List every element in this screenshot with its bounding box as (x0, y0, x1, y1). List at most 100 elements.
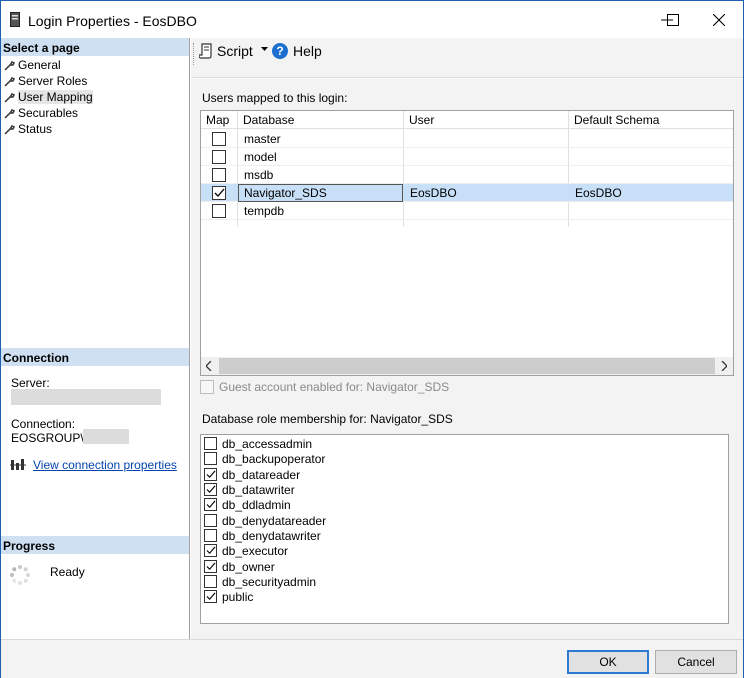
wrench-icon (4, 60, 15, 71)
role-checkbox[interactable] (204, 437, 217, 450)
close-button[interactable] (695, 1, 743, 39)
connection-value: EOSGROUP\ (11, 431, 84, 445)
user-mapping-page: Users mapped to this login: Map Database… (191, 79, 743, 639)
page-item-label: Status (18, 122, 53, 136)
table-row[interactable]: msdb (201, 166, 733, 184)
wrench-icon (4, 108, 15, 119)
cancel-button[interactable]: Cancel (655, 650, 737, 674)
list-item[interactable]: db_datawriter (204, 482, 295, 497)
help-label: Help (293, 43, 322, 59)
scrollbar-thumb[interactable] (219, 358, 715, 374)
list-item[interactable]: db_accessadmin (204, 436, 312, 451)
select-page-header: Select a page (1, 38, 189, 56)
list-item[interactable]: db_denydatawriter (204, 528, 321, 543)
role-checkbox[interactable] (204, 483, 217, 496)
role-checkbox[interactable] (204, 452, 217, 465)
role-checkbox[interactable] (204, 560, 217, 573)
table-row[interactable]: master (201, 130, 733, 148)
wrench-icon (4, 124, 15, 135)
role-name: db_owner (222, 559, 275, 574)
user-mapping-grid[interactable]: Map Database User Default Schema master … (200, 110, 734, 376)
role-name: public (222, 589, 254, 604)
script-button[interactable]: Script (199, 40, 253, 62)
user-cell[interactable]: EosDBO (410, 186, 457, 200)
checkmark-icon (206, 546, 216, 555)
login-properties-window: Login Properties - EosDBO Select a page … (0, 0, 744, 678)
dialog-footer: OK Cancel (1, 639, 743, 678)
view-connection-properties-link[interactable]: View connection properties (33, 458, 177, 472)
page-item-server-roles[interactable]: Server Roles (4, 73, 87, 89)
checkmark-icon (206, 470, 216, 479)
window-title: Login Properties - EosDBO (28, 13, 197, 29)
list-item[interactable]: db_ddladmin (204, 497, 291, 512)
role-name: db_securityadmin (222, 574, 317, 589)
horizontal-scrollbar[interactable] (201, 357, 733, 375)
checkmark-icon (206, 592, 216, 601)
script-label: Script (217, 43, 253, 59)
column-header-map[interactable]: Map (201, 111, 237, 129)
role-membership-list[interactable]: db_accessadmin db_backupoperator db_data… (200, 434, 729, 624)
list-item[interactable]: db_backupoperator (204, 451, 325, 466)
toolbar: Script ? Help (191, 38, 743, 78)
map-checkbox[interactable] (212, 186, 226, 200)
help-button[interactable]: ? Help (272, 40, 322, 62)
map-checkbox[interactable] (212, 132, 226, 146)
database-cell: model (244, 150, 277, 164)
page-item-securables[interactable]: Securables (4, 105, 78, 121)
users-mapped-label: Users mapped to this login: (202, 91, 348, 105)
maximize-button[interactable] (649, 1, 699, 39)
left-pane: Select a page General Server Roles User … (1, 38, 190, 639)
map-checkbox[interactable] (212, 168, 226, 182)
list-item[interactable]: db_owner (204, 559, 275, 574)
connection-label: Connection: (11, 417, 76, 431)
list-item[interactable]: db_executor (204, 543, 288, 558)
map-checkbox[interactable] (212, 150, 226, 164)
schema-cell[interactable]: EosDBO (575, 186, 622, 200)
connection-header: Connection (1, 348, 189, 366)
toolbar-grip (193, 43, 195, 65)
progress-status: Ready (50, 565, 85, 579)
role-name: db_datareader (222, 467, 301, 482)
table-row-selected[interactable]: Navigator_SDS EosDBO EosDBO (201, 184, 733, 202)
role-membership-label: Database role membership for: Navigator_… (202, 412, 453, 426)
list-item[interactable]: db_datareader (204, 467, 300, 482)
role-checkbox[interactable] (204, 544, 217, 557)
role-name: db_denydatareader (222, 513, 327, 528)
table-row[interactable]: model (201, 148, 733, 166)
table-row[interactable]: tempdb (201, 202, 733, 220)
connection-properties-icon (10, 459, 26, 470)
column-header-default-schema[interactable]: Default Schema (569, 111, 733, 129)
maximize-icon (667, 14, 679, 26)
chevron-down-icon[interactable] (261, 47, 268, 51)
role-name: db_ddladmin (222, 497, 291, 512)
column-header-database[interactable]: Database (238, 111, 403, 129)
scroll-left-icon[interactable] (206, 361, 212, 371)
role-name: db_executor (222, 543, 289, 558)
role-checkbox[interactable] (204, 498, 217, 511)
list-item[interactable]: public (204, 589, 253, 604)
role-checkbox[interactable] (204, 514, 217, 527)
role-checkbox[interactable] (204, 590, 217, 603)
page-item-general[interactable]: General (4, 57, 61, 73)
column-header-user[interactable]: User (404, 111, 569, 129)
list-item[interactable]: db_securityadmin (204, 574, 316, 589)
progress-header: Progress (1, 536, 189, 554)
role-checkbox[interactable] (204, 529, 217, 542)
role-checkbox[interactable] (204, 468, 217, 481)
role-name: db_datawriter (222, 482, 295, 497)
connection-value-redacted (83, 429, 129, 444)
list-item[interactable]: db_denydatareader (204, 513, 326, 528)
script-icon (199, 43, 212, 59)
page-item-label: Securables (18, 106, 79, 120)
help-icon: ? (272, 43, 288, 59)
wrench-icon (4, 76, 15, 87)
map-checkbox[interactable] (212, 204, 226, 218)
guest-account-checkbox (200, 380, 214, 394)
ok-button[interactable]: OK (567, 650, 649, 674)
page-item-user-mapping[interactable]: User Mapping (4, 89, 93, 105)
page-item-status[interactable]: Status (4, 121, 52, 137)
database-cell: tempdb (244, 204, 285, 218)
scroll-right-icon[interactable] (721, 361, 727, 371)
role-checkbox[interactable] (204, 575, 217, 588)
title-bar[interactable]: Login Properties - EosDBO (1, 1, 743, 39)
